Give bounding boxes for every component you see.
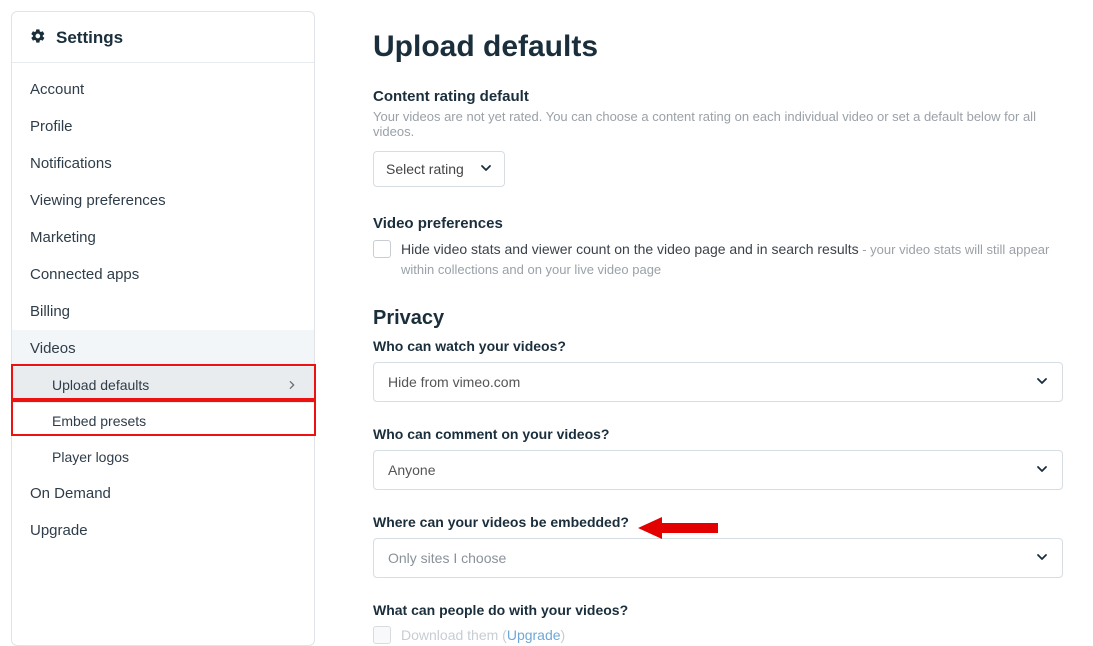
video-preferences-section: Video preferences Hide video stats and v… — [373, 215, 1063, 279]
watch-question: Who can watch your videos? — [373, 338, 1063, 354]
subitem-label: Upload defaults — [52, 377, 149, 393]
settings-sidebar: Settings Account Profile Notifications V… — [11, 11, 315, 646]
gear-icon — [30, 28, 46, 48]
comment-value: Anyone — [388, 462, 435, 478]
chevron-down-icon — [480, 161, 492, 177]
hide-stats-text: Hide video stats and viewer count on the… — [401, 241, 859, 257]
chevron-right-icon — [288, 377, 296, 393]
chevron-down-icon — [1036, 550, 1048, 566]
comment-select[interactable]: Anyone — [373, 450, 1063, 490]
content-rating-section: Content rating default Your videos are n… — [373, 88, 1063, 187]
sidebar-title: Settings — [56, 28, 123, 48]
sidebar-item-marketing[interactable]: Marketing — [12, 219, 314, 256]
videos-subnav: Upload defaults Embed presets Player log… — [12, 367, 314, 475]
sidebar-item-account[interactable]: Account — [12, 71, 314, 108]
hide-stats-label: Hide video stats and viewer count on the… — [401, 240, 1063, 279]
download-label: Download them (Upgrade) — [401, 626, 565, 646]
main-content: Upload defaults Content rating default Y… — [315, 0, 1093, 646]
embed-question: Where can your videos be embedded? — [373, 514, 1063, 530]
sidebar-item-connected-apps[interactable]: Connected apps — [12, 256, 314, 293]
sidebar-item-viewing-preferences[interactable]: Viewing preferences — [12, 182, 314, 219]
sidebar-item-profile[interactable]: Profile — [12, 108, 314, 145]
chevron-down-icon — [1036, 462, 1048, 478]
sidebar-item-on-demand[interactable]: On Demand — [12, 475, 314, 512]
sidebar-subitem-embed-presets[interactable]: Embed presets — [12, 403, 314, 439]
sidebar-item-videos[interactable]: Videos — [12, 330, 314, 367]
video-prefs-label: Video preferences — [373, 215, 1063, 232]
select-value: Select rating — [386, 161, 464, 177]
content-rating-desc: Your videos are not yet rated. You can c… — [373, 109, 1063, 139]
page-title: Upload defaults — [373, 30, 1063, 64]
sidebar-item-billing[interactable]: Billing — [12, 293, 314, 330]
do-question: What can people do with your videos? — [373, 602, 1063, 618]
sidebar-item-notifications[interactable]: Notifications — [12, 145, 314, 182]
privacy-heading: Privacy — [373, 307, 1063, 330]
watch-value: Hide from vimeo.com — [388, 374, 520, 390]
embed-value: Only sites I choose — [388, 550, 506, 566]
embed-select[interactable]: Only sites I choose — [373, 538, 1063, 578]
sidebar-header: Settings — [12, 12, 314, 63]
upgrade-link[interactable]: Upgrade — [507, 627, 561, 643]
watch-select[interactable]: Hide from vimeo.com — [373, 362, 1063, 402]
download-text: Download them ( — [401, 627, 507, 643]
comment-question: Who can comment on your videos? — [373, 426, 1063, 442]
content-rating-label: Content rating default — [373, 88, 1063, 105]
download-checkbox — [373, 626, 391, 644]
sidebar-subitem-upload-defaults[interactable]: Upload defaults — [12, 367, 314, 403]
sidebar-nav: Account Profile Notifications Viewing pr… — [12, 63, 314, 555]
hide-stats-checkbox[interactable] — [373, 240, 391, 258]
hide-stats-row: Hide video stats and viewer count on the… — [373, 240, 1063, 279]
sidebar-subitem-player-logos[interactable]: Player logos — [12, 439, 314, 475]
sidebar-item-upgrade[interactable]: Upgrade — [12, 512, 314, 549]
content-rating-select[interactable]: Select rating — [373, 151, 505, 187]
download-row: Download them (Upgrade) — [373, 626, 1063, 646]
download-close: ) — [561, 627, 566, 643]
chevron-down-icon — [1036, 374, 1048, 390]
